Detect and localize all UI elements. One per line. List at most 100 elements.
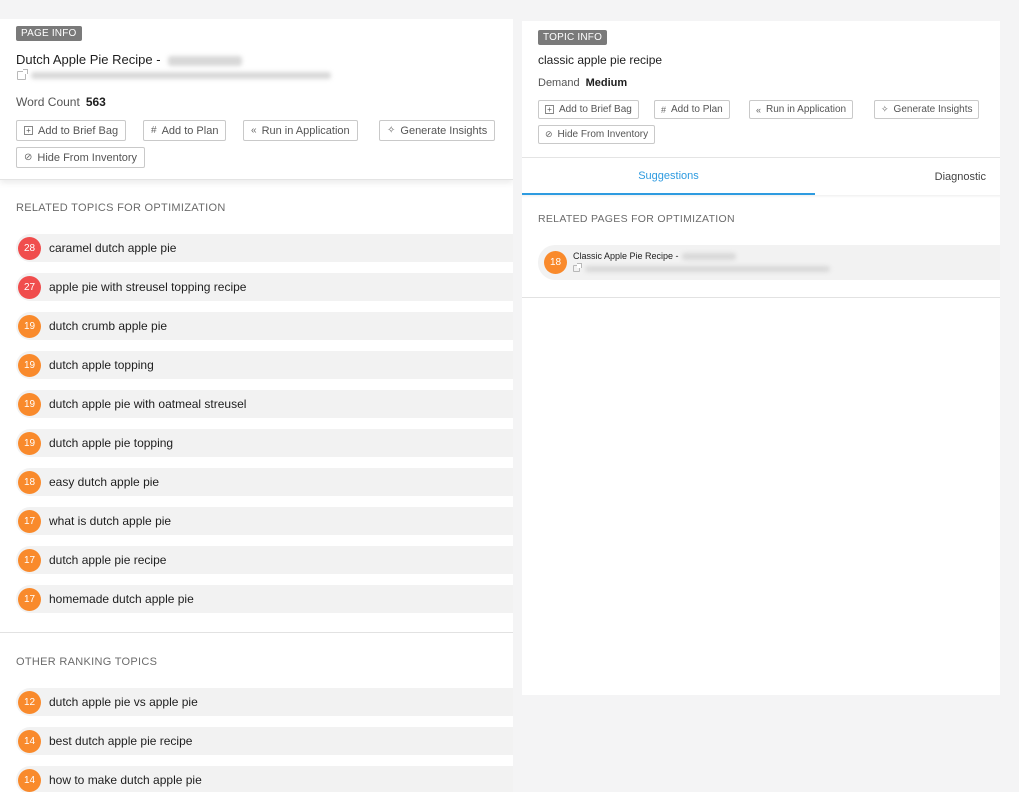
word-count: Word Count 563 (16, 95, 106, 109)
related-topic-row[interactable]: 19 dutch apple pie with oatmeal streusel (16, 390, 513, 418)
topic-label: dutch crumb apple pie (49, 319, 168, 333)
related-topics-heading: RELATED TOPICS FOR OPTIMIZATION (16, 202, 226, 214)
add-to-brief-bag-button[interactable]: + Add to Brief Bag (16, 120, 127, 141)
topic-score-badge: 18 (18, 470, 41, 494)
other-topic-row[interactable]: 14 how to make dutch apple pie (16, 766, 513, 792)
left-panel: PAGE INFO Dutch Apple Pie Recipe - Word … (0, 19, 513, 792)
topic-score-badge: 14 (18, 768, 41, 792)
generate-insights-button[interactable]: ✧ Generate Insights (379, 120, 496, 141)
topic-score-badge: 12 (18, 690, 41, 714)
page-title-text: Dutch Apple Pie Recipe - (16, 52, 161, 67)
related-topic-row[interactable]: 19 dutch apple topping (16, 351, 513, 379)
topic-score-badge: 19 (18, 353, 41, 377)
topic-label: dutch apple pie recipe (49, 553, 167, 567)
topic-score-badge: 19 (18, 431, 41, 455)
topic-add-to-plan-button[interactable]: # Add to Plan (654, 100, 730, 119)
related-topic-row[interactable]: 17 dutch apple pie recipe (16, 546, 513, 574)
word-count-label: Word Count (16, 95, 80, 109)
brief-bag-icon: + (545, 105, 554, 114)
section-divider (0, 632, 513, 633)
topic-add-to-brief-bag-label: Add to Brief Bag (559, 104, 632, 115)
related-pages-heading: RELATED PAGES FOR OPTIMIZATION (538, 213, 735, 225)
page-url[interactable] (17, 69, 331, 80)
topic-label: what is dutch apple pie (49, 514, 172, 528)
hide-from-inventory-label: Hide From Inventory (37, 151, 138, 164)
sparkle-icon: ✧ (881, 104, 889, 114)
tab-bar-shadow (522, 195, 1000, 198)
double-chevron-left-icon: « (756, 104, 762, 115)
add-to-plan-label: Add to Plan (161, 124, 219, 137)
hash-icon: # (151, 125, 157, 136)
demand-label: Demand (538, 77, 580, 89)
topic-generate-insights-label: Generate Insights (893, 104, 973, 115)
page-title[interactable]: Dutch Apple Pie Recipe - (16, 52, 243, 67)
topic-label: dutch apple pie topping (49, 436, 174, 450)
related-page-url[interactable] (573, 263, 830, 272)
related-topic-row[interactable]: 17 what is dutch apple pie (16, 507, 513, 535)
generate-insights-label: Generate Insights (400, 124, 488, 137)
redacted-url (585, 265, 830, 272)
demand-value: Medium (585, 77, 628, 89)
topic-score-badge: 17 (18, 509, 41, 533)
brief-bag-icon: + (24, 126, 33, 135)
topic-label: dutch apple pie vs apple pie (49, 695, 198, 709)
redacted-url (31, 72, 331, 79)
eye-slash-icon: ⊘ (545, 129, 553, 139)
eye-slash-icon: ⊘ (24, 152, 33, 163)
related-page-title: Classic Apple Pie Recipe - (573, 251, 736, 261)
section-divider (522, 297, 1000, 298)
sparkle-icon: ✧ (387, 125, 396, 136)
related-topic-row[interactable]: 17 homemade dutch apple pie (16, 585, 513, 613)
tab-suggestions[interactable]: Suggestions (522, 158, 815, 195)
hash-icon: # (661, 104, 667, 115)
external-link-icon (17, 69, 28, 80)
topic-run-in-application-label: Run in Application (766, 104, 847, 115)
topic-score-badge: 19 (18, 392, 41, 416)
related-topic-row[interactable]: 18 easy dutch apple pie (16, 468, 513, 496)
page-score-badge: 18 (544, 251, 567, 274)
add-to-brief-bag-label: Add to Brief Bag (38, 124, 119, 137)
other-topic-row[interactable]: 14 best dutch apple pie recipe (16, 727, 513, 755)
topic-generate-insights-button[interactable]: ✧ Generate Insights (874, 100, 980, 119)
topic-hide-from-inventory-label: Hide From Inventory (557, 129, 649, 140)
right-panel: TOPIC INFO classic apple pie recipe Dema… (522, 21, 1000, 695)
tab-bar: Suggestions Diagnostic (522, 157, 1000, 195)
run-in-application-button[interactable]: « Run in Application (243, 120, 358, 141)
topic-score-badge: 14 (18, 729, 41, 753)
related-topic-row[interactable]: 19 dutch crumb apple pie (16, 312, 513, 340)
topic-label: best dutch apple pie recipe (49, 734, 193, 748)
related-topic-row[interactable]: 28 caramel dutch apple pie (16, 234, 513, 262)
topic-label: easy dutch apple pie (49, 475, 160, 489)
topic-score-badge: 19 (18, 314, 41, 338)
word-count-value: 563 (85, 95, 106, 109)
other-topic-row[interactable]: 12 dutch apple pie vs apple pie (16, 688, 513, 716)
topic-score-badge: 27 (18, 275, 41, 299)
topic-label: apple pie with streusel topping recipe (49, 280, 247, 294)
topic-label: dutch apple topping (49, 358, 154, 372)
related-page-row[interactable]: 18 Classic Apple Pie Recipe - (538, 245, 1000, 280)
topic-title: classic apple pie recipe (538, 53, 663, 67)
tab-diagnostic[interactable]: Diagnostic (815, 158, 1000, 195)
page-info-badge: PAGE INFO (16, 26, 82, 41)
related-topic-row[interactable]: 27 apple pie with streusel topping recip… (16, 273, 513, 301)
external-link-icon (573, 263, 582, 272)
topic-info-badge: TOPIC INFO (538, 30, 608, 45)
related-topic-row[interactable]: 19 dutch apple pie topping (16, 429, 513, 457)
hide-from-inventory-button[interactable]: ⊘ Hide From Inventory (16, 147, 146, 168)
topic-score-badge: 17 (18, 548, 41, 572)
redacted-site-name (681, 252, 736, 260)
run-in-application-label: Run in Application (261, 124, 350, 137)
add-to-plan-button[interactable]: # Add to Plan (143, 120, 227, 141)
topic-add-to-brief-bag-button[interactable]: + Add to Brief Bag (538, 100, 639, 119)
other-ranking-topics-heading: OTHER RANKING TOPICS (16, 656, 158, 668)
topic-label: how to make dutch apple pie (49, 773, 202, 787)
topic-label: dutch apple pie with oatmeal streusel (49, 397, 247, 411)
topic-hide-from-inventory-button[interactable]: ⊘ Hide From Inventory (538, 125, 656, 144)
topic-score-badge: 17 (18, 587, 41, 611)
topic-label: caramel dutch apple pie (49, 241, 177, 255)
related-page-title-text: Classic Apple Pie Recipe - (573, 251, 679, 261)
topic-score-badge: 28 (18, 236, 41, 260)
topic-run-in-application-button[interactable]: « Run in Application (749, 100, 854, 119)
redacted-site-name (168, 55, 243, 66)
topic-add-to-plan-label: Add to Plan (671, 104, 723, 115)
